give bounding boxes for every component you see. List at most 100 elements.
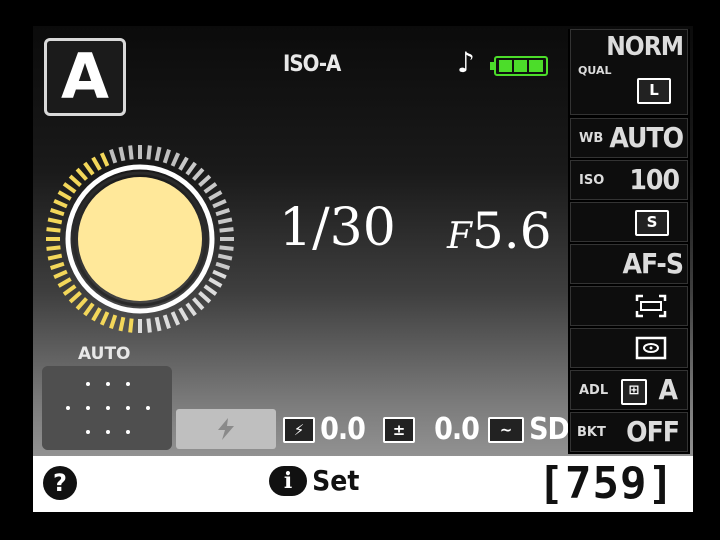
dial-tick <box>185 302 197 317</box>
dial-tick <box>215 261 231 270</box>
af-point <box>146 406 150 410</box>
flash-compensation: ⚡ 0.0 <box>283 412 366 448</box>
dial-tick <box>46 245 61 251</box>
info-set-button[interactable]: i Set <box>269 464 359 504</box>
af-area-row[interactable] <box>570 286 688 326</box>
bkt-value: OFF <box>626 415 680 448</box>
dial-tick <box>208 190 223 201</box>
dial-tick <box>219 245 234 251</box>
dial-tick <box>49 261 65 270</box>
dial-tick <box>53 198 68 209</box>
dial-tick <box>68 174 82 187</box>
iso-label: ISO <box>579 173 605 188</box>
exposure-comp-icon: ± <box>383 416 415 443</box>
dial-tick <box>198 174 212 187</box>
dial-tick <box>109 148 118 164</box>
dial-tick <box>217 217 233 225</box>
image-size-icon: L <box>637 78 671 104</box>
iso-value: 100 <box>629 163 680 196</box>
set-label: Set <box>312 464 360 497</box>
iso-row[interactable]: ISO 100 <box>570 160 688 200</box>
release-mode-row[interactable]: S <box>570 202 688 242</box>
af-mode-row[interactable]: AF-S <box>570 244 688 284</box>
shooting-mode: A <box>44 38 126 116</box>
dial-tick <box>198 291 212 304</box>
dial-tick <box>75 167 88 181</box>
dial-tick <box>128 318 134 333</box>
dial-tick <box>57 190 72 201</box>
exposure-dial <box>46 145 234 333</box>
af-point <box>86 382 90 386</box>
dial-tick <box>162 148 171 164</box>
shutter-speed: 1/30 <box>279 198 396 258</box>
dial-tick <box>118 316 126 332</box>
dial-tick <box>68 291 82 304</box>
dial-tick <box>128 145 134 160</box>
adl-icon: ⊞ <box>621 379 647 405</box>
dial-tick <box>208 277 223 288</box>
dial-tick <box>178 307 189 322</box>
image-quality-row[interactable]: QUAL NORM L <box>570 29 688 115</box>
quality-label: QUAL <box>578 64 612 77</box>
dial-tick <box>91 307 102 322</box>
af-point <box>106 406 110 410</box>
dial-tick <box>154 146 162 162</box>
dial-tick <box>212 198 227 209</box>
dial-tick <box>62 284 77 296</box>
aperture-value: F5.6 <box>447 202 552 260</box>
dial-tick <box>215 208 231 217</box>
release-mode-icon: S <box>635 210 669 236</box>
dial-tick <box>91 156 102 171</box>
active-d-lighting-row[interactable]: ADL ⊞ A <box>570 370 688 410</box>
exposure-compensation: ± 0.0 <box>383 412 480 448</box>
dial-tick <box>178 156 189 171</box>
flash-comp-value: 0.0 <box>320 412 366 447</box>
dial-tick <box>75 297 88 311</box>
bracketing-row[interactable]: BKT OFF <box>570 412 688 452</box>
bkt-label: BKT <box>577 425 606 440</box>
wb-label: WB <box>579 131 604 146</box>
dial-tick <box>203 182 218 194</box>
dial-tick <box>109 314 118 330</box>
dial-tick <box>53 269 68 280</box>
quality-value: NORM <box>606 32 684 62</box>
dial-tick <box>46 227 61 233</box>
flash-comp-icon: ⚡ <box>283 416 315 443</box>
af-point <box>126 430 130 434</box>
bottom-bar: ? i Set [759] <box>33 456 693 512</box>
aperture-prefix: F <box>447 216 472 257</box>
dial-tick <box>212 269 227 280</box>
af-point <box>66 406 70 410</box>
adl-value: A <box>658 373 678 406</box>
help-icon[interactable]: ? <box>43 466 77 500</box>
dial-tick <box>47 253 63 261</box>
dial-tick <box>47 217 63 225</box>
exposure-comp-value: 0.0 <box>434 412 480 447</box>
metering-row[interactable] <box>570 328 688 368</box>
dial-tick <box>62 182 77 194</box>
settings-panel: QUAL NORM L WB AUTO ISO 100 S AF-S ADL ⊞… <box>568 29 690 454</box>
dial-tick <box>83 161 95 176</box>
af-mode-value: AF-S <box>622 247 684 280</box>
af-point <box>126 382 130 386</box>
aperture-number: 5.6 <box>471 202 552 260</box>
iso-auto-indicator: ISO-A <box>283 52 341 77</box>
white-balance-row[interactable]: WB AUTO <box>570 118 688 158</box>
metering-auto-label: AUTO <box>78 344 131 364</box>
dial-tick <box>57 277 72 288</box>
dial-tick <box>146 318 152 333</box>
af-area-icon <box>635 294 667 318</box>
af-point <box>86 406 90 410</box>
picture-control: ~ SD <box>488 412 570 448</box>
info-display: A ISO-A ♪ 1/30 F5.6 AUTO ⚡ 0.0 ± 0.0 ~ S… <box>33 26 693 512</box>
shots-remaining: [759] <box>537 458 675 509</box>
music-note-icon: ♪ <box>457 46 475 79</box>
dial-tick <box>192 167 205 181</box>
dial-tick <box>185 161 197 176</box>
af-point <box>86 430 90 434</box>
dial-tick <box>83 302 95 317</box>
adl-label: ADL <box>579 383 609 398</box>
af-point-grid <box>42 366 172 450</box>
dial-tick <box>118 146 126 162</box>
aperture-graphic <box>78 177 202 301</box>
